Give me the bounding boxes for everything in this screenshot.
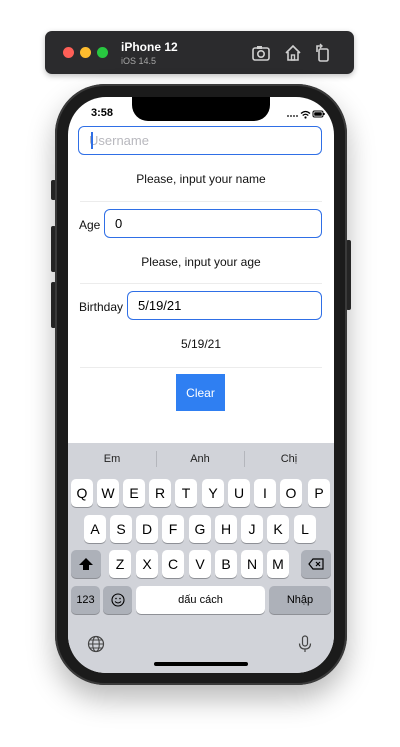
- rotate-icon[interactable]: [313, 43, 333, 63]
- key[interactable]: N: [241, 550, 263, 578]
- key[interactable]: A: [84, 515, 106, 543]
- globe-icon[interactable]: [87, 635, 105, 653]
- key[interactable]: O: [280, 479, 302, 507]
- key[interactable]: R: [149, 479, 171, 507]
- key[interactable]: W: [97, 479, 119, 507]
- age-hint: Please, input your age: [141, 255, 261, 269]
- key[interactable]: X: [136, 550, 158, 578]
- key[interactable]: M: [267, 550, 289, 578]
- divider: [80, 201, 322, 202]
- screenshot-icon[interactable]: [251, 43, 271, 63]
- key[interactable]: J: [241, 515, 263, 543]
- zoom-window-button[interactable]: [97, 47, 108, 58]
- backspace-key[interactable]: [301, 550, 331, 578]
- space-key[interactable]: dấu cách: [136, 586, 265, 614]
- microphone-icon[interactable]: [296, 635, 314, 653]
- keyboard: Em Anh Chị Q W E R T Y U I O P A S D F G…: [68, 443, 334, 673]
- key[interactable]: P: [308, 479, 330, 507]
- text-caret: [91, 132, 93, 149]
- username-input[interactable]: [89, 133, 321, 148]
- username-field[interactable]: [78, 126, 322, 155]
- divider: [80, 367, 322, 368]
- simulator-title-bar: iPhone 12 iOS 14.5: [45, 31, 354, 74]
- notch: [132, 97, 270, 121]
- age-input[interactable]: [115, 216, 321, 231]
- phone-screen: 3:58 Please, input your name Age Please,…: [68, 97, 334, 673]
- key[interactable]: Z: [109, 550, 131, 578]
- suggestion-item[interactable]: Chị: [244, 443, 334, 475]
- key[interactable]: F: [162, 515, 184, 543]
- key[interactable]: G: [189, 515, 211, 543]
- status-time: 3:58: [91, 107, 114, 119]
- divider: [80, 283, 322, 284]
- key[interactable]: S: [110, 515, 132, 543]
- birthday-input[interactable]: [138, 298, 321, 313]
- simulator-os-version: iOS 14.5: [121, 56, 157, 66]
- numbers-key[interactable]: 123: [71, 586, 100, 614]
- age-label: Age: [79, 218, 101, 232]
- simulator-device-name: iPhone 12: [121, 40, 178, 54]
- suggestion-item[interactable]: Em: [68, 443, 156, 475]
- key[interactable]: K: [267, 515, 289, 543]
- return-key[interactable]: Nhập: [269, 586, 331, 614]
- key[interactable]: Y: [202, 479, 224, 507]
- key[interactable]: D: [136, 515, 158, 543]
- key[interactable]: L: [294, 515, 316, 543]
- home-icon[interactable]: [283, 43, 303, 63]
- suggestion-item[interactable]: Anh: [156, 443, 244, 475]
- close-window-button[interactable]: [63, 47, 74, 58]
- key[interactable]: C: [162, 550, 184, 578]
- key[interactable]: I: [254, 479, 276, 507]
- home-indicator: [154, 662, 248, 666]
- key[interactable]: H: [215, 515, 237, 543]
- minimize-window-button[interactable]: [80, 47, 91, 58]
- key[interactable]: V: [189, 550, 211, 578]
- birthday-field[interactable]: [127, 291, 322, 320]
- birthday-display: 5/19/21: [180, 337, 222, 351]
- age-field[interactable]: [104, 209, 322, 238]
- key[interactable]: T: [175, 479, 197, 507]
- birthday-label: Birthday: [79, 300, 124, 314]
- emoji-icon: [110, 593, 125, 607]
- key[interactable]: B: [215, 550, 237, 578]
- key[interactable]: Q: [71, 479, 93, 507]
- backspace-icon: [308, 558, 324, 570]
- username-hint: Please, input your name: [136, 172, 266, 186]
- emoji-key[interactable]: [103, 586, 132, 614]
- status-icons: [286, 107, 326, 119]
- shift-icon: [79, 558, 93, 570]
- key[interactable]: E: [123, 479, 145, 507]
- key[interactable]: U: [228, 479, 250, 507]
- shift-key[interactable]: [71, 550, 101, 578]
- clear-button[interactable]: Clear: [176, 374, 225, 411]
